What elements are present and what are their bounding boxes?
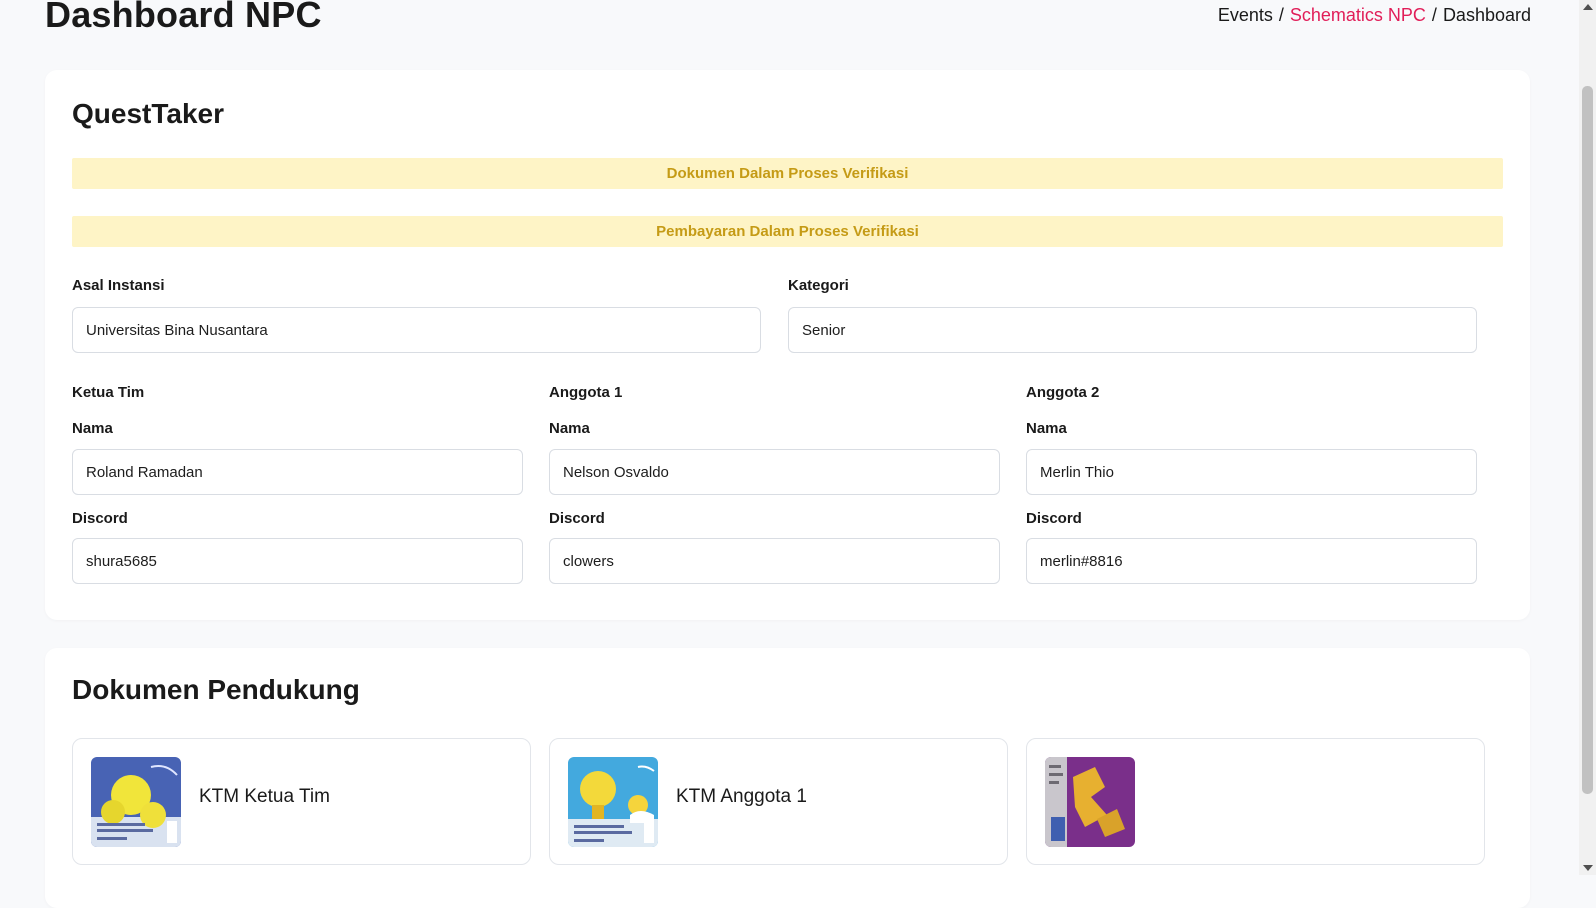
leader-discord-field[interactable] bbox=[72, 538, 523, 584]
ktm-leader-image bbox=[91, 757, 181, 847]
member1-heading: Anggota 1 bbox=[549, 384, 623, 401]
breadcrumb-dashboard: Dashboard bbox=[1442, 5, 1531, 25]
breadcrumb-schematics-npc[interactable]: Schematics NPC bbox=[1290, 5, 1426, 25]
category-field[interactable] bbox=[788, 307, 1477, 353]
member2-name-label: Nama bbox=[1026, 420, 1067, 437]
ktm-member2-image bbox=[1045, 757, 1135, 847]
member2-discord-field[interactable] bbox=[1026, 538, 1477, 584]
leader-discord-label: Discord bbox=[72, 510, 128, 527]
member2-discord-label: Discord bbox=[1026, 510, 1082, 527]
breadcrumb: Events / Schematics NPC / Dashboard bbox=[1218, 5, 1531, 26]
document-card-leader[interactable]: KTM Ketua Tim bbox=[72, 738, 531, 865]
scroll-up-arrow-icon[interactable] bbox=[1583, 4, 1593, 10]
breadcrumb-events[interactable]: Events bbox=[1218, 5, 1273, 25]
member1-discord-field[interactable] bbox=[549, 538, 1000, 584]
payment-verification-alert: Pembayaran Dalam Proses Verifikasi bbox=[72, 216, 1503, 247]
member1-name-field[interactable] bbox=[549, 449, 1000, 495]
category-label: Kategori bbox=[788, 277, 849, 294]
team-name-title: QuestTaker bbox=[72, 98, 224, 129]
document-card-member1[interactable]: KTM Anggota 1 bbox=[549, 738, 1008, 865]
leader-name-label: Nama bbox=[72, 420, 113, 437]
ktm-leader-label: KTM Ketua Tim bbox=[199, 786, 330, 807]
team-info-card: QuestTaker Dokumen Dalam Proses Verifika… bbox=[45, 70, 1530, 620]
document-card-member2[interactable] bbox=[1026, 738, 1485, 865]
ktm-member1-label: KTM Anggota 1 bbox=[676, 786, 807, 807]
page-title: Dashboard NPC bbox=[45, 0, 322, 35]
member1-discord-label: Discord bbox=[549, 510, 605, 527]
scrollbar-thumb[interactable] bbox=[1582, 86, 1593, 794]
member2-name-field[interactable] bbox=[1026, 449, 1477, 495]
ktm-leader-thumbnail[interactable] bbox=[91, 757, 181, 847]
institution-label: Asal Instansi bbox=[72, 277, 165, 294]
ktm-member1-image bbox=[568, 757, 658, 847]
leader-heading: Ketua Tim bbox=[72, 384, 145, 401]
document-verification-alert: Dokumen Dalam Proses Verifikasi bbox=[72, 158, 1503, 189]
institution-field[interactable] bbox=[72, 307, 761, 353]
scroll-down-arrow-icon[interactable] bbox=[1583, 865, 1593, 871]
vertical-scrollbar[interactable] bbox=[1579, 0, 1596, 875]
documents-title: Dokumen Pendukung bbox=[72, 674, 360, 705]
breadcrumb-separator: / bbox=[1431, 5, 1437, 25]
leader-name-field[interactable] bbox=[72, 449, 523, 495]
ktm-member1-thumbnail[interactable] bbox=[568, 757, 658, 847]
supporting-documents-card: Dokumen Pendukung KTM Ketua Tim KTM Angg… bbox=[45, 648, 1530, 908]
ktm-member2-thumbnail[interactable] bbox=[1045, 757, 1135, 847]
breadcrumb-separator: / bbox=[1278, 5, 1284, 25]
member1-name-label: Nama bbox=[549, 420, 590, 437]
member2-heading: Anggota 2 bbox=[1026, 384, 1100, 401]
